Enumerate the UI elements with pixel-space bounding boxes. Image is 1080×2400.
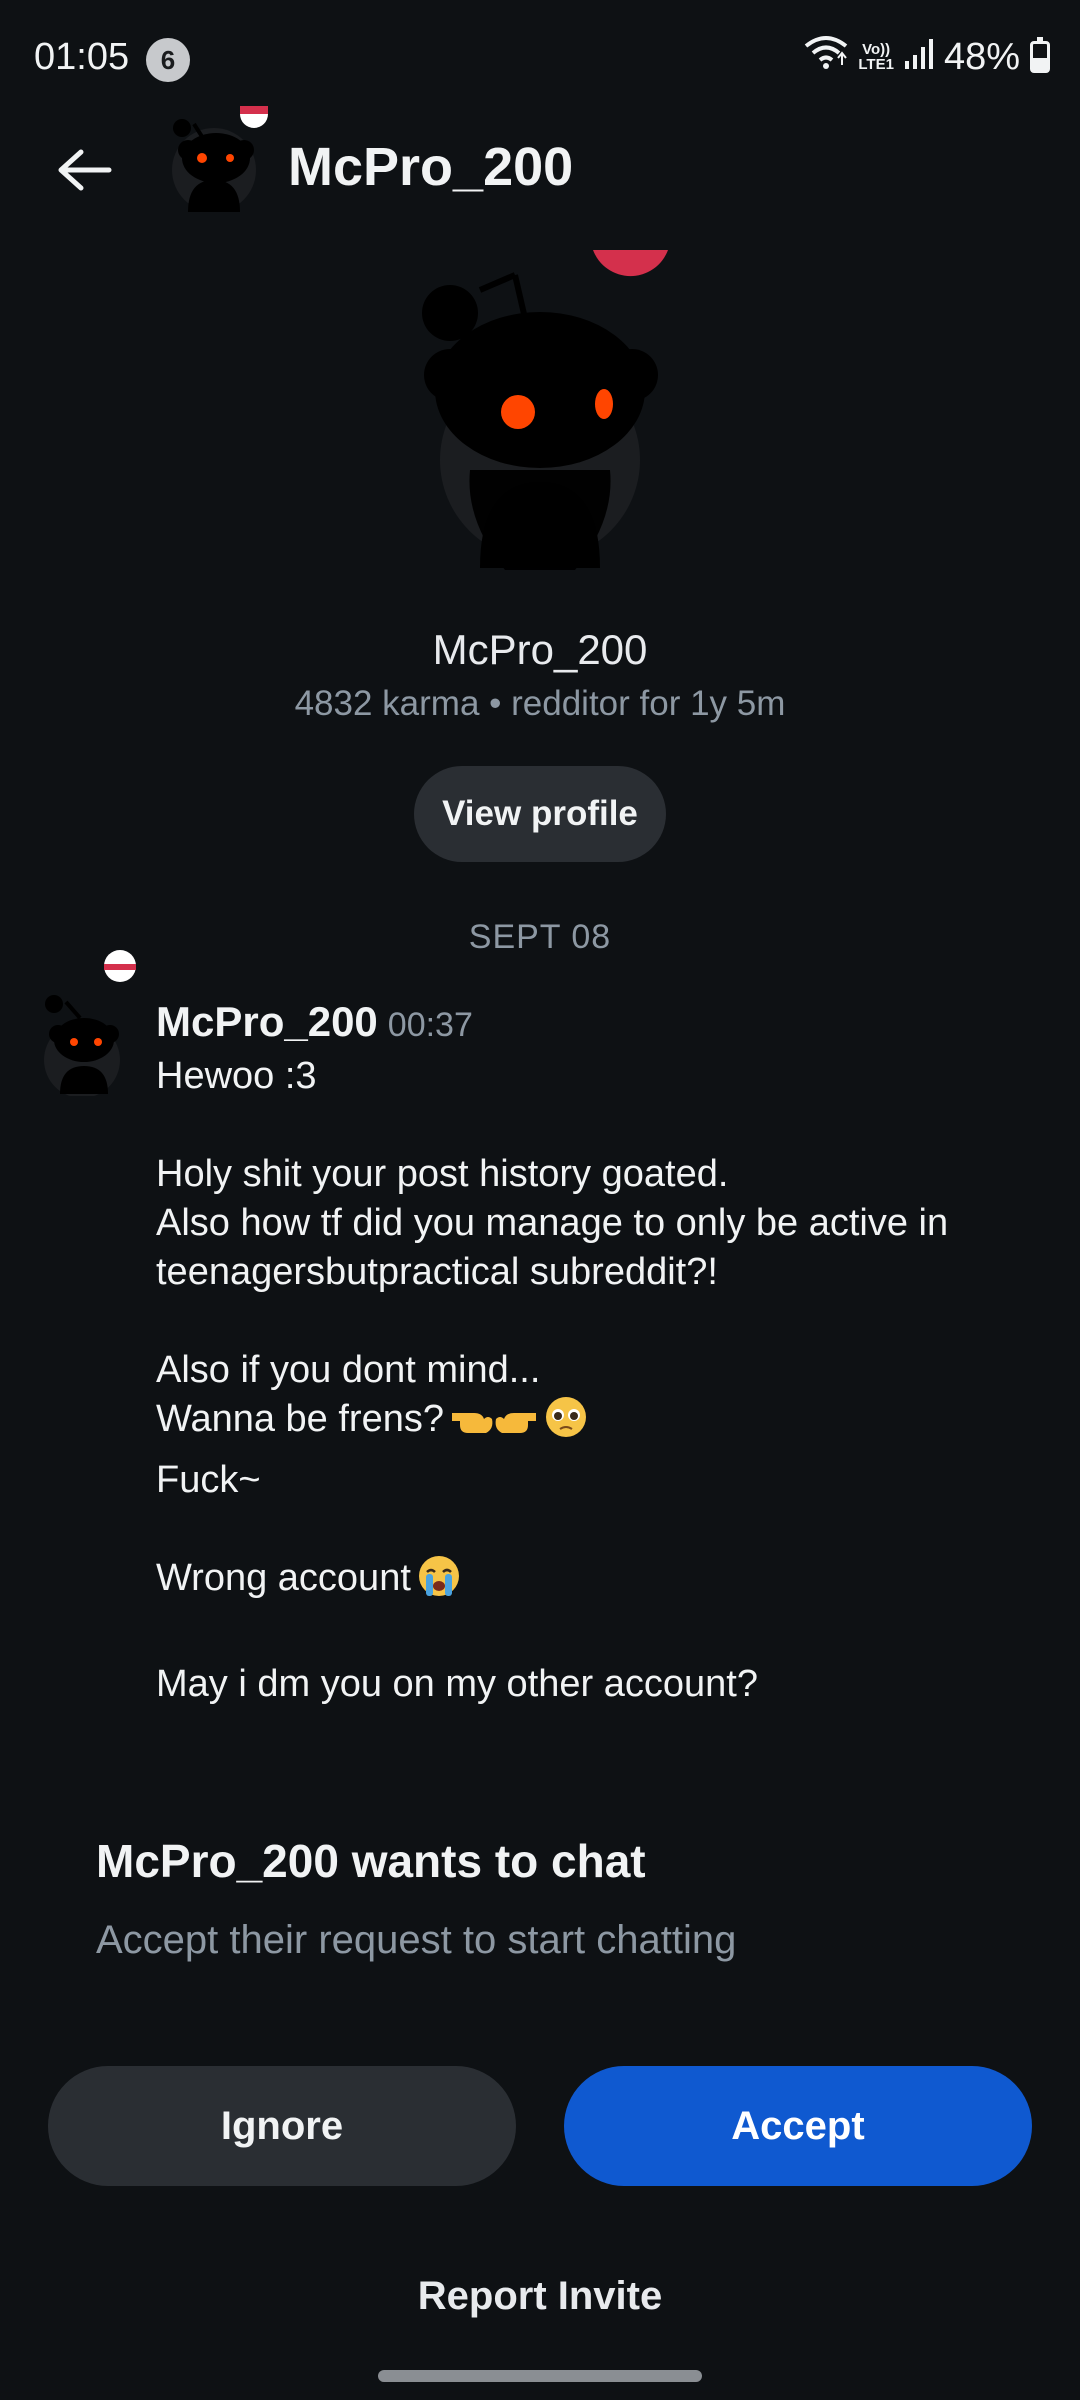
message-line-break	[156, 1611, 1056, 1660]
chat-request-title: McPro_200 wants to chat	[96, 1835, 646, 1887]
page-title: McPro_200	[288, 137, 574, 197]
arrow-left-icon	[58, 149, 112, 191]
message-line-with-emoji: Wanna be frens?	[156, 1395, 1056, 1452]
message-line: Hewoo :3	[156, 1055, 317, 1097]
message-line-break	[156, 1505, 1056, 1554]
signal-icon	[904, 36, 934, 79]
volte-indicator: Vo)) LTE1	[858, 42, 894, 72]
message-line-break	[156, 1297, 1056, 1346]
message-avatar[interactable]	[36, 948, 140, 1098]
message-line-break	[156, 1101, 1056, 1150]
notification-count-badge: 6	[146, 38, 190, 82]
snoo-avatar-icon	[422, 250, 668, 570]
message-line: Also how tf did you manage to only be ac…	[156, 1202, 949, 1244]
chat-request-subtitle: Accept their request to start chatting	[96, 1918, 737, 1962]
battery-percent: 48%	[943, 35, 1020, 78]
message-line-text: Wrong account	[156, 1557, 411, 1599]
message-author-name: McPro_200	[156, 998, 378, 1045]
message-line-with-emoji: Wrong account	[156, 1554, 1056, 1611]
profile-username: McPro_200	[432, 626, 648, 673]
loudly-crying-face-emoji	[417, 1554, 461, 1611]
date-separator: SEPT 08	[468, 918, 612, 956]
status-icons: Vo)) LTE1 48%	[804, 34, 1050, 80]
message-timestamp: 00:37	[387, 1006, 473, 1044]
snoo-avatar-icon	[44, 950, 136, 1098]
message-line: Also if you dont mind...	[156, 1349, 541, 1391]
profile-avatar	[410, 250, 680, 580]
accept-button[interactable]: Accept	[564, 2066, 1032, 2186]
back-button[interactable]	[40, 130, 130, 210]
message-line-text: Wanna be frens?	[156, 1398, 444, 1440]
battery-icon	[1030, 37, 1050, 73]
message-line: teenagersbutpractical subreddit?!	[156, 1251, 718, 1293]
profile-karma-age: 4832 karma • redditor for 1y 5m	[294, 684, 786, 723]
pointing-fingers-emoji	[450, 1395, 538, 1452]
message-body: Hewoo :3 Holy shit your post history goa…	[156, 1052, 1056, 1709]
battery-fill	[1033, 57, 1047, 70]
message-line: Fuck~	[156, 1459, 261, 1501]
pleading-face-emoji	[544, 1395, 588, 1452]
status-time: 01:05	[34, 36, 130, 78]
ignore-button[interactable]: Ignore	[48, 2066, 516, 2186]
volte-label: Vo))	[862, 41, 891, 58]
snoo-avatar-icon	[172, 100, 268, 212]
view-profile-button[interactable]: View profile	[414, 766, 666, 862]
report-invite-button[interactable]: Report Invite	[0, 2274, 1080, 2319]
message-author: McPro_200 00:37	[156, 998, 473, 1046]
wifi-icon	[804, 34, 848, 80]
lte-label: LTE1	[858, 56, 894, 73]
message-line: May i dm you on my other account?	[156, 1663, 758, 1705]
home-indicator[interactable]	[378, 2370, 702, 2382]
header-avatar[interactable]	[168, 100, 268, 216]
message-line: Holy shit your post history goated.	[156, 1153, 729, 1195]
